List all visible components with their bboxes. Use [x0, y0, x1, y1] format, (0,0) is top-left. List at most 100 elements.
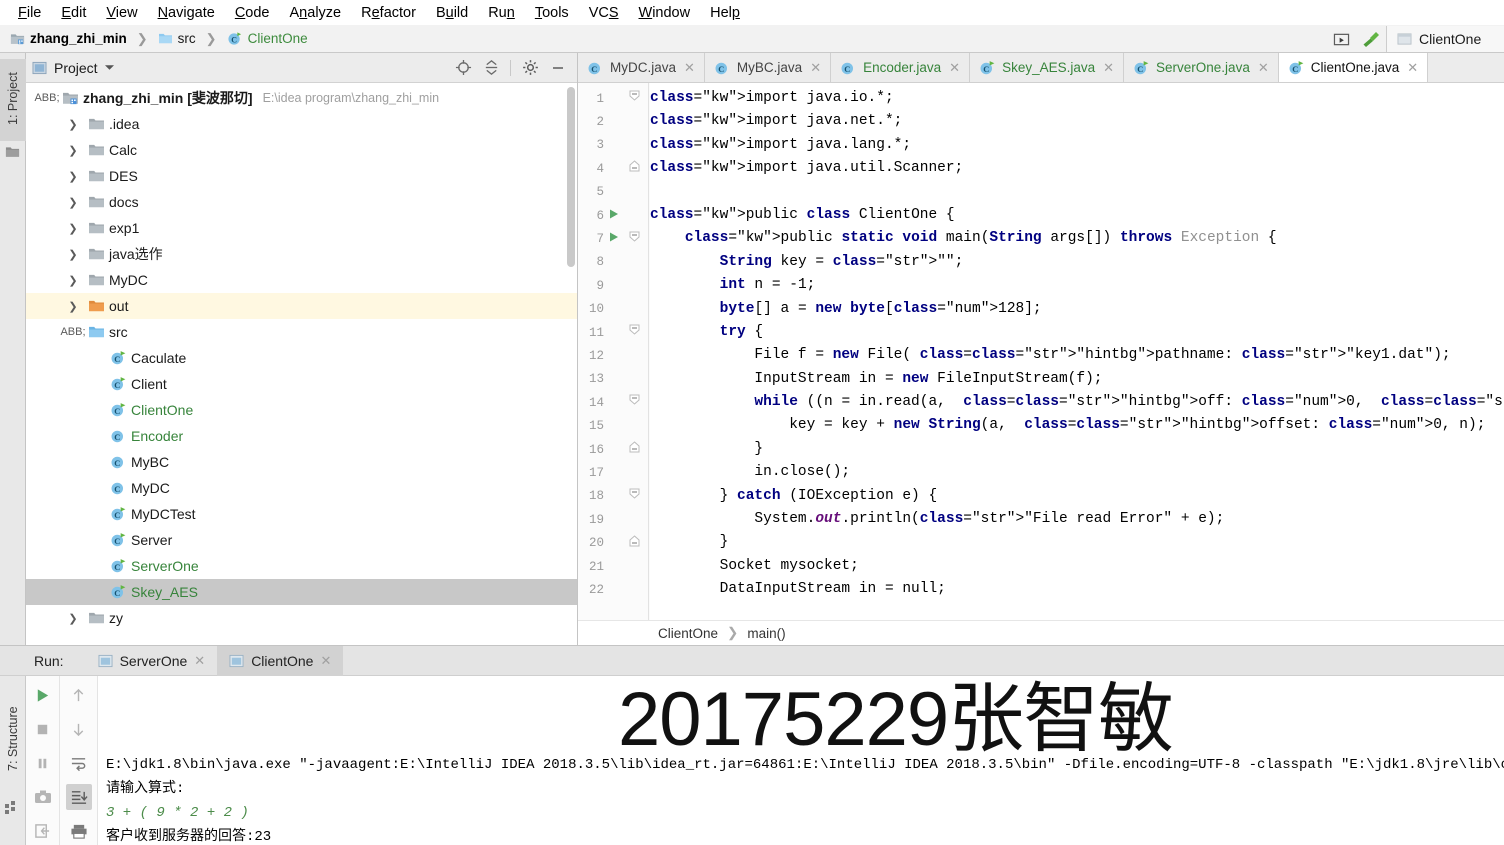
- close-icon[interactable]: ✕: [684, 60, 695, 76]
- down-arrow-icon[interactable]: [66, 716, 92, 742]
- tree-node-mydc[interactable]: C MyDC: [26, 475, 577, 501]
- menu-item-code[interactable]: Code: [225, 3, 280, 23]
- collapse-arrow-icon[interactable]: ABB;: [60, 326, 85, 338]
- gutter-line-18[interactable]: 18: [578, 485, 650, 508]
- fold-marker-icon[interactable]: [624, 488, 644, 505]
- print-icon[interactable]: [66, 818, 92, 844]
- close-icon[interactable]: ✕: [810, 60, 821, 76]
- code-line-1[interactable]: class="kw">import java.io.*;: [650, 87, 1504, 110]
- menu-item-file[interactable]: File: [8, 3, 51, 23]
- tree-node-calc[interactable]: ❯ Calc: [26, 137, 577, 163]
- editor-tab-mybcjava[interactable]: C MyBC.java ✕: [704, 53, 832, 82]
- code-line-10[interactable]: byte[] a = new byte[class="num">128];: [650, 298, 1504, 321]
- code-line-14[interactable]: while ((n = in.read(a, class=class="str"…: [650, 391, 1504, 414]
- code-line-22[interactable]: DataInputStream in = null;: [650, 578, 1504, 601]
- code-line-21[interactable]: Socket mysocket;: [650, 555, 1504, 578]
- code-line-18[interactable]: } catch (IOException e) {: [650, 485, 1504, 508]
- tree-node-serverone[interactable]: C ServerOne: [26, 553, 577, 579]
- menu-item-run[interactable]: Run: [478, 3, 525, 23]
- run-tab-serverone[interactable]: ServerOne ✕: [86, 646, 218, 676]
- gutter-line-15[interactable]: 15: [578, 414, 650, 437]
- code-line-11[interactable]: try {: [650, 321, 1504, 344]
- rerun-button[interactable]: [30, 682, 56, 708]
- tool-window-button-structure[interactable]: 7: Structure: [0, 684, 26, 794]
- tree-node-mydc[interactable]: ❯ MyDC: [26, 267, 577, 293]
- close-icon[interactable]: ✕: [949, 60, 960, 76]
- breadcrumb-method-name[interactable]: main(): [747, 626, 785, 641]
- tree-node-zy[interactable]: ❯ zy: [26, 605, 577, 631]
- menu-item-window[interactable]: Window: [629, 3, 701, 23]
- fold-marker-icon[interactable]: [624, 534, 644, 552]
- close-icon[interactable]: ✕: [1258, 60, 1269, 76]
- gutter-line-1[interactable]: 1: [578, 87, 650, 110]
- menu-item-vcs[interactable]: VCS: [579, 3, 629, 23]
- gutter-line-11[interactable]: 11: [578, 321, 650, 344]
- soft-wrap-icon[interactable]: [66, 750, 92, 776]
- expand-arrow-icon[interactable]: ❯: [62, 248, 84, 261]
- menu-item-build[interactable]: Build: [426, 3, 478, 23]
- code-line-9[interactable]: int n = -1;: [650, 274, 1504, 297]
- fold-marker-icon[interactable]: [624, 160, 644, 177]
- breadcrumb-class[interactable]: ClientOne: [248, 31, 308, 46]
- project-tree[interactable]: ABB; zhang_zhi_min [斐波那切] E:\idea program\…: [26, 83, 577, 645]
- expand-arrow-icon[interactable]: ❯: [62, 300, 84, 313]
- fold-marker-icon[interactable]: [624, 441, 644, 458]
- gutter-line-5[interactable]: 5: [578, 181, 650, 204]
- editor-tab-skey_aesjava[interactable]: C Skey_AES.java ✕: [970, 53, 1125, 82]
- gutter-line-17[interactable]: 17: [578, 461, 650, 484]
- close-icon[interactable]: ✕: [320, 653, 331, 669]
- editor-tab-encoderjava[interactable]: C Encoder.java ✕: [831, 53, 971, 82]
- gutter-line-7[interactable]: 7: [578, 227, 650, 250]
- gear-icon[interactable]: [517, 56, 543, 80]
- code-line-20[interactable]: }: [650, 531, 1504, 554]
- code-line-12[interactable]: File f = new File( class=class="str">"hi…: [650, 344, 1504, 367]
- expand-arrow-icon[interactable]: ❯: [62, 222, 84, 235]
- tree-node-mydctest[interactable]: C MyDCTest: [26, 501, 577, 527]
- up-arrow-icon[interactable]: [66, 682, 92, 708]
- collapse-arrow-icon[interactable]: ABB;: [34, 92, 59, 104]
- code-line-6[interactable]: class="kw">public class ClientOne {: [650, 204, 1504, 227]
- gutter-line-8[interactable]: 8: [578, 251, 650, 274]
- gutter-line-20[interactable]: 20: [578, 531, 650, 554]
- close-icon[interactable]: ✕: [1407, 60, 1418, 76]
- code-line-3[interactable]: class="kw">import java.lang.*;: [650, 134, 1504, 157]
- tree-node-caculate[interactable]: C Caculate: [26, 345, 577, 371]
- code-editor[interactable]: 1 2 3 4 5 6 7 8 9 10 11 12 13 14 15 16 17 18 19 20 21 22 clas…: [578, 83, 1504, 620]
- structure-grid-icon[interactable]: [5, 801, 19, 817]
- gutter-line-9[interactable]: 9: [578, 274, 650, 297]
- expand-arrow-icon[interactable]: ❯: [62, 274, 84, 287]
- code-line-2[interactable]: class="kw">import java.net.*;: [650, 110, 1504, 133]
- editor-code-text[interactable]: class="kw">import java.io.*; class="kw">i…: [650, 83, 1504, 620]
- menu-item-edit[interactable]: Edit: [51, 3, 96, 23]
- tree-node-clientone[interactable]: C ClientOne: [26, 397, 577, 423]
- run-tab-clientone[interactable]: ClientOne ✕: [217, 645, 344, 676]
- scroll-to-end-icon[interactable]: [65, 784, 92, 810]
- breadcrumb-src[interactable]: src: [178, 31, 196, 46]
- code-line-17[interactable]: in.close();: [650, 461, 1504, 484]
- tree-node-out[interactable]: ❯ out: [26, 293, 577, 319]
- structure-folder-icon[interactable]: [5, 145, 20, 162]
- editor-tab-mydcjava[interactable]: C MyDC.java ✕: [578, 53, 705, 82]
- tree-node-mybc[interactable]: C MyBC: [26, 449, 577, 475]
- minimize-icon[interactable]: [545, 56, 571, 80]
- close-icon[interactable]: ✕: [194, 653, 205, 669]
- tree-node-server[interactable]: C Server: [26, 527, 577, 553]
- tree-node-skey_aes[interactable]: C Skey_AES: [26, 579, 577, 605]
- close-icon[interactable]: ✕: [1103, 60, 1114, 76]
- gutter-line-21[interactable]: 21: [578, 555, 650, 578]
- gutter-line-14[interactable]: 14: [578, 391, 650, 414]
- export-icon[interactable]: [30, 818, 56, 844]
- tree-node-encoder[interactable]: C Encoder: [26, 423, 577, 449]
- collapse-all-icon[interactable]: [478, 56, 504, 80]
- menu-item-tools[interactable]: Tools: [525, 3, 579, 23]
- expand-arrow-icon[interactable]: ❯: [62, 118, 84, 131]
- gutter-line-4[interactable]: 4: [578, 157, 650, 180]
- breadcrumb-project[interactable]: zhang_zhi_min: [30, 31, 127, 46]
- project-scrollbar[interactable]: [567, 87, 575, 267]
- build-hammer-icon[interactable]: [1356, 26, 1386, 52]
- gutter-line-2[interactable]: 2: [578, 110, 650, 133]
- breadcrumb-class-name[interactable]: ClientOne: [658, 626, 718, 641]
- tree-node-des[interactable]: ❯ DES: [26, 163, 577, 189]
- editor-tab-serveronejava[interactable]: C ServerOne.java ✕: [1124, 53, 1279, 82]
- tree-node-docs[interactable]: ❯ docs: [26, 189, 577, 215]
